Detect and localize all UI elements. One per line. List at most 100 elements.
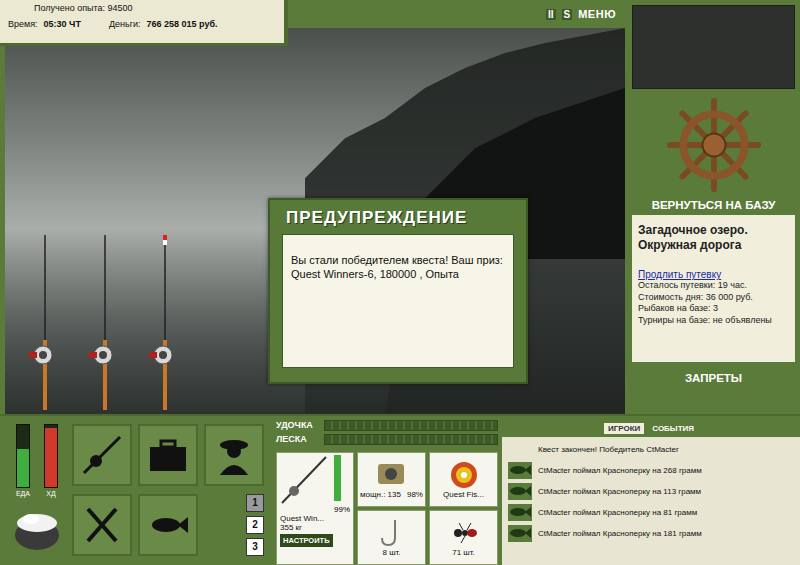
game-screen: Получено опыта: 94500Время:05:30 ЧТДеньг…: [0, 0, 800, 565]
feed-tab[interactable]: СОБЫТИЯ: [648, 423, 698, 434]
extend-permit-link[interactable]: Продлить путевку: [638, 269, 789, 280]
tools-panel: ЕДА ХД 1 2 3: [0, 416, 272, 565]
reel-condition: 98%: [407, 490, 423, 499]
wheel-button[interactable]: [632, 89, 795, 197]
rod[interactable]: [85, 235, 125, 414]
catch-fish-icon: [508, 525, 532, 542]
gauge-label: УДОЧКА: [276, 420, 320, 430]
rod-condition-meter: [334, 455, 341, 501]
feed-tab[interactable]: ИГРОКИ: [604, 423, 644, 434]
base-detail: Рыбаков на базе: 3: [638, 303, 789, 315]
food-button[interactable]: [72, 494, 132, 556]
catch-fish-icon: [508, 462, 532, 479]
reel-info: мощн.: 135 98%: [360, 490, 423, 499]
dialog-title: ПРЕДУПРЕЖДЕНИЕ: [270, 200, 526, 234]
top-control-button[interactable]: S: [562, 9, 573, 20]
bait-count: 71 шт.: [452, 548, 475, 557]
fish-icon: [146, 503, 190, 547]
gauge: ЛЕСКА: [276, 434, 498, 445]
pot-icon[interactable]: [9, 507, 65, 553]
rod-reel-icon: [80, 433, 124, 477]
rod-icon: [145, 235, 185, 410]
catch-fish-icon: [508, 504, 532, 521]
tackle-box-button[interactable]: [138, 424, 198, 486]
hook-slot[interactable]: 8 шт.: [357, 510, 426, 565]
line-name: Quest Fis...: [443, 490, 484, 499]
rod-slot[interactable]: 99%Quest Win...355 кгНАСТРОИТЬ: [276, 452, 354, 565]
rods-button[interactable]: [72, 424, 132, 486]
gauge: УДОЧКА: [276, 420, 498, 431]
feed-entry: CtMacter поймал Красноперку на 113 грамм: [508, 483, 794, 500]
time-label: Время:: [8, 19, 38, 29]
meter-label: ХД: [46, 490, 55, 497]
float-icon: [163, 235, 167, 245]
hook-icon: [377, 518, 407, 548]
feed-list: Квест закончен! Победитель CtMacter CtMac…: [502, 437, 800, 546]
rod-condition-fill: [334, 455, 341, 501]
top-control-button[interactable]: II: [546, 9, 556, 20]
base-detail: Осталось путевки: 19 час.: [638, 280, 789, 292]
tool-grid: 1 2 3: [72, 424, 264, 561]
gauge-label: ЛЕСКА: [276, 434, 320, 444]
time-value: 05:30 ЧТ: [44, 19, 81, 29]
feed-panel: ИГРОКИ СОБЫТИЯ Квест закончен! Победитель …: [502, 420, 800, 565]
reel-slot[interactable]: мощн.: 135 98%: [357, 452, 426, 507]
rod-condition: 99%: [334, 505, 350, 514]
feed-entry: CtMacter поймал Красноперку на 181 грамм: [508, 525, 794, 542]
top-control-button[interactable]: МЕНЮ: [578, 8, 616, 20]
tackle-box-icon: [146, 433, 190, 477]
meter-label: ЕДА: [16, 490, 30, 497]
rod-slot-icon: [280, 455, 328, 505]
page-button[interactable]: 1: [246, 494, 264, 512]
tackle-slots: 99%Quest Win...355 кгНАСТРОИТЬмощн.: 135…: [276, 452, 498, 565]
fisherman-button[interactable]: [204, 424, 264, 486]
base-detail: Турниры на базе: не объявлены: [638, 315, 789, 327]
gauge-track: [324, 420, 498, 431]
meter-row: ЕДА ХД: [16, 424, 58, 497]
feed-entry-text: CtMacter поймал Красноперку на 268 грамм: [538, 466, 702, 475]
minimap: [632, 5, 795, 89]
knife-fork-icon: [80, 503, 124, 547]
status-row: Время:05:30 ЧТДеньги:766 258 015 руб.: [8, 19, 280, 29]
meter: ХД: [44, 424, 58, 497]
meter-track: [16, 424, 30, 488]
lake-scene: ПРЕДУПРЕЖДЕНИЕВы стали победителем квест…: [5, 28, 625, 414]
feed-entry-text: CtMacter поймал Красноперку на 113 грамм: [538, 487, 701, 496]
feed-entry: CtMacter поймал Красноперку на 268 грамм: [508, 462, 794, 479]
feed-entry-text: CtMacter поймал Красноперку на 181 грамм: [538, 529, 702, 538]
rod[interactable]: [25, 235, 65, 414]
fisherman-icon: [212, 433, 256, 477]
return-to-base-button[interactable]: ВЕРНУТЬСЯ НА БАЗУ: [632, 197, 795, 215]
meter: ЕДА: [16, 424, 30, 497]
feed-entry-text: Квест закончен! Победитель CtMacter: [538, 445, 679, 454]
base-detail: Стоимость дня: 36 000 руб.: [638, 292, 789, 304]
rod[interactable]: [145, 235, 185, 414]
location-title: Загадочное озеро. Окружная дорога: [638, 223, 789, 253]
reel-icon: [372, 460, 412, 490]
bait-slot[interactable]: 71 шт.: [429, 510, 498, 565]
fish-button[interactable]: [138, 494, 198, 556]
base-panel: ВЕРНУТЬСЯ НА БАЗУ Загадочное озеро. Окруж…: [628, 0, 800, 414]
ship-wheel-icon: [666, 97, 762, 193]
page-button[interactable]: 3: [246, 538, 264, 556]
reel-power: мощн.: 135: [360, 490, 401, 499]
money-label: Деньги:: [109, 19, 141, 29]
meter-track: [44, 424, 58, 488]
rod-icon: [25, 235, 65, 410]
dialog-message: Вы стали победителем квеста! Ваш приз: Q…: [282, 234, 514, 368]
catch-fish-icon: [508, 483, 532, 500]
rod-icon: [85, 235, 125, 410]
rod-load: 355 кг: [280, 523, 302, 532]
top-area: Получено опыта: 94500Время:05:30 ЧТДеньг…: [0, 0, 800, 414]
bans-button[interactable]: ЗАПРЕТЫ: [632, 362, 795, 394]
feed-entry-text: CtMacter поймал Красноперку на 81 грамм: [538, 508, 697, 517]
meters: ЕДА ХД: [8, 424, 66, 561]
meter-fill: [45, 428, 57, 487]
line-slot[interactable]: Quest Fis...: [429, 452, 498, 507]
setup-button[interactable]: НАСТРОИТЬ: [280, 534, 333, 547]
gauge-track: [324, 434, 498, 445]
page-button[interactable]: 2: [246, 516, 264, 534]
bottom-panel: ЕДАХД123УДОЧКАЛЕСКА99%Quest Win...355 кг…: [0, 414, 800, 565]
line-spool-icon: [447, 460, 481, 490]
feed-tabs: ИГРОКИ СОБЫТИЯ: [502, 420, 800, 437]
